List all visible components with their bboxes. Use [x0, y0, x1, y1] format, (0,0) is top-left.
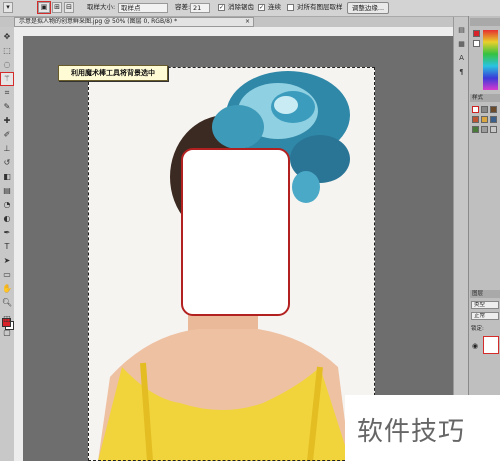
type-tool-icon[interactable]: T [1, 241, 13, 253]
anti-alias-checkbox[interactable]: ✓ [218, 4, 225, 11]
layer-kind-filter[interactable]: 类型 [471, 301, 499, 309]
document-tab[interactable]: 示意是拟人物的创意鲜采图.jpg @ 50% (图层 0, RGB/8) * × [14, 17, 254, 27]
path-selection-tool-icon[interactable]: ➤ [1, 255, 13, 267]
watermark: 软件技巧 [345, 395, 500, 461]
brush-tool-icon[interactable]: ✐ [1, 129, 13, 141]
paragraph-panel-icon[interactable]: ¶ [456, 67, 467, 78]
tolerance-label: 容差: [175, 3, 191, 11]
crop-tool-icon[interactable]: ⌗ [1, 87, 13, 99]
zoom-tool-icon[interactable]: 🔍︎ [1, 297, 13, 309]
tool-preset-icon[interactable]: ▾ [3, 2, 13, 13]
dodge-tool-icon[interactable]: ◐ [1, 213, 13, 225]
style-swatch[interactable] [481, 116, 488, 123]
character-panel-icon[interactable]: A [456, 53, 467, 64]
magic-wand-tool-icon[interactable]: ⚚ [0, 72, 14, 86]
history-panel-icon[interactable]: ▤ [456, 25, 467, 36]
blend-mode-select[interactable]: 正常 [471, 312, 499, 320]
blur-tool-icon[interactable]: ◔ [1, 199, 13, 211]
style-swatch[interactable] [490, 116, 497, 123]
history-brush-tool-icon[interactable]: ↺ [1, 157, 13, 169]
lock-label: 锁定: [471, 326, 484, 332]
properties-panel-icon[interactable]: ▦ [456, 39, 467, 50]
contiguous-label: 连续 [268, 3, 281, 11]
color-spectrum[interactable] [483, 30, 498, 90]
tools-panel: ✥ ⬚ ◌ ⚚ ⌗ ✎ ✚ ✐ ⊥ ↺ ◧ ▤ ◔ ◐ ✒ T ➤ ▭ ✋ 🔍︎… [0, 27, 15, 461]
new-selection-icon[interactable]: ▣ [37, 1, 51, 14]
style-swatch[interactable] [481, 126, 488, 133]
style-swatch[interactable] [490, 106, 497, 113]
sample-all-layers-checkbox[interactable] [287, 4, 294, 11]
healing-brush-tool-icon[interactable]: ✚ [1, 115, 13, 127]
eraser-tool-icon[interactable]: ◧ [1, 171, 13, 183]
visibility-eye-icon[interactable]: ◉ [472, 342, 478, 350]
lasso-tool-icon[interactable]: ◌ [1, 59, 13, 71]
style-swatch[interactable] [490, 126, 497, 133]
sample-all-layers-label: 对所有图层取样 [297, 3, 343, 11]
quick-mask-icon[interactable]: ◫ [1, 313, 13, 325]
style-swatch[interactable] [472, 126, 479, 133]
instruction-callout: 利用魔术棒工具将背景选中 [58, 65, 168, 81]
panel-background-swatch[interactable] [473, 40, 480, 47]
move-tool-icon[interactable]: ✥ [1, 31, 13, 43]
layer-thumbnail[interactable] [483, 336, 499, 354]
hand-tool-icon[interactable]: ✋ [1, 283, 13, 295]
add-to-selection-icon[interactable]: ⊞ [52, 2, 62, 13]
sample-size-label: 取样大小: [87, 3, 116, 11]
panel-foreground-swatch[interactable] [473, 30, 480, 37]
options-bar: ▾ ▣ ⊞ ⊟ 取样大小: 取样点 容差: 21 ✓ 消除锯齿 ✓ 连续 对所有… [0, 0, 500, 17]
style-swatch[interactable] [472, 116, 479, 123]
style-swatch-none[interactable] [472, 106, 479, 113]
gradient-tool-icon[interactable]: ▤ [1, 185, 13, 197]
face-mask-overlay [181, 148, 290, 316]
style-swatch[interactable] [481, 106, 488, 113]
close-icon[interactable]: × [245, 18, 250, 26]
shape-tool-icon[interactable]: ▭ [1, 269, 13, 281]
contiguous-checkbox[interactable]: ✓ [258, 4, 265, 11]
color-panel-tab[interactable] [470, 18, 500, 26]
pen-tool-icon[interactable]: ✒ [1, 227, 13, 239]
tolerance-input[interactable]: 21 [190, 3, 210, 13]
layers-panel-tab[interactable]: 图层 [470, 290, 500, 298]
anti-alias-label: 消除锯齿 [228, 3, 254, 11]
marquee-tool-icon[interactable]: ⬚ [1, 45, 13, 57]
subtract-selection-icon[interactable]: ⊟ [64, 2, 74, 13]
screen-mode-icon[interactable]: ▢ [1, 327, 13, 339]
clone-stamp-tool-icon[interactable]: ⊥ [1, 143, 13, 155]
refine-edge-button[interactable]: 调整边缘... [347, 2, 389, 14]
document-title: 示意是拟人物的创意鲜采图.jpg @ 50% (图层 0, RGB/8) * [19, 18, 178, 25]
sample-size-select[interactable]: 取样点 [118, 3, 168, 13]
styles-panel-tab[interactable]: 样式 [470, 94, 500, 102]
eyedropper-tool-icon[interactable]: ✎ [1, 101, 13, 113]
watermark-text: 软件技巧 [357, 417, 466, 447]
